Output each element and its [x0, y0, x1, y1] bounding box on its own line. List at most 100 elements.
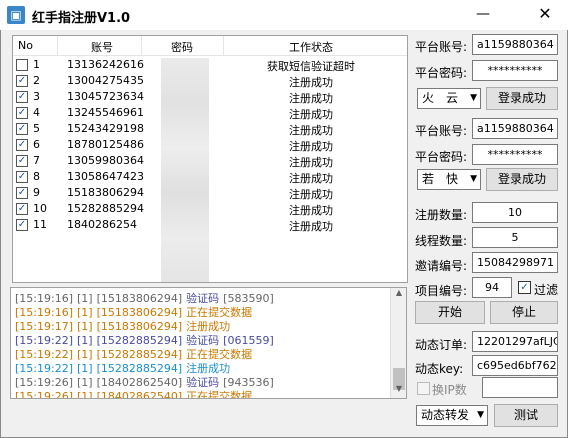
row-account: 13059980364: [67, 154, 144, 167]
table-row[interactable]: ✓ 3 13045723634 注册成功: [13, 89, 407, 105]
dynamic-forward-select[interactable]: 动态转发 ▼: [416, 405, 488, 426]
row-checkbox[interactable]: ✓: [16, 139, 28, 151]
thread-count-label: 线程数量:: [415, 234, 468, 248]
row-checkbox[interactable]: ✓: [16, 91, 28, 103]
invite-code-label: 邀请编号:: [415, 259, 468, 273]
minimize-button[interactable]: —: [460, 0, 506, 30]
log-line: [15:19:26] [1] [18402862540] 正在提交数据: [15, 388, 260, 399]
row-no: 8: [33, 170, 40, 183]
chevron-down-icon: ▼: [470, 174, 477, 184]
table-row[interactable]: ✓ 6 18780125486 注册成功: [13, 137, 407, 153]
row-checkbox[interactable]: ✓: [16, 203, 28, 215]
title-bar: ▣ 红手指注册V1.0 — ✕: [0, 0, 568, 30]
filter-checkbox[interactable]: ✓: [518, 281, 531, 294]
row-account: 15183806294: [67, 186, 144, 199]
row-no: 2: [33, 74, 40, 87]
row-no: 11: [33, 218, 47, 231]
column-divider: [57, 36, 58, 56]
row-status: 注册成功: [289, 156, 333, 169]
row-checkbox[interactable]: ✓: [16, 187, 28, 199]
invite-code-field[interactable]: 15084298971: [472, 252, 558, 273]
header-password[interactable]: 密码: [171, 39, 193, 55]
table-row[interactable]: ✓ 11 1840286254 注册成功: [13, 217, 407, 233]
table-row[interactable]: ✓ 9 15183806294 注册成功: [13, 185, 407, 201]
dynamic-order-label: 动态订单:: [415, 338, 468, 352]
row-no: 9: [33, 186, 40, 199]
table-row[interactable]: ✓ 7 13059980364 注册成功: [13, 153, 407, 169]
dynamic-order-field[interactable]: 12201297afLJCj: [472, 331, 558, 352]
row-account: 15282885294: [67, 202, 144, 215]
window-title: 红手指注册V1.0: [32, 11, 131, 26]
header-status[interactable]: 工作状态: [289, 39, 333, 55]
row-checkbox[interactable]: ✓: [16, 75, 28, 87]
row-account: 13245546961: [67, 106, 144, 119]
table-row[interactable]: 1 13136242616 获取短信验证超时: [13, 57, 407, 73]
project-id-field[interactable]: 94: [472, 277, 512, 298]
change-ip-checkbox[interactable]: [417, 382, 430, 395]
register-count-label: 注册数量:: [415, 208, 468, 222]
row-account: 18780125486: [67, 138, 144, 151]
chevron-down-icon: ▼: [470, 93, 477, 103]
row-no: 7: [33, 154, 40, 167]
scroll-up-icon[interactable]: ▲: [391, 288, 406, 302]
header-account[interactable]: 账号: [91, 39, 113, 55]
scroll-down-icon[interactable]: ▼: [391, 384, 406, 398]
platform-password-field-2[interactable]: **********: [472, 144, 558, 165]
filter-label: 过滤: [534, 283, 559, 297]
row-status: 注册成功: [289, 140, 333, 153]
log-phone: [18402862540]: [96, 390, 183, 399]
row-status: 注册成功: [289, 76, 333, 89]
log-thread: [1]: [77, 390, 93, 399]
header-no[interactable]: No: [18, 39, 33, 52]
platform-password-field-1[interactable]: **********: [472, 60, 558, 81]
platform-account-field-2[interactable]: a1159880364: [472, 118, 558, 139]
login-button-1[interactable]: 登录成功: [486, 87, 558, 110]
project-id-label: 项目编号:: [415, 284, 468, 298]
register-count-field[interactable]: 10: [472, 202, 558, 223]
row-status: 注册成功: [289, 92, 333, 105]
row-no: 4: [33, 106, 40, 119]
start-button[interactable]: 开始: [415, 301, 485, 324]
table-row[interactable]: ✓ 5 15243429198 注册成功: [13, 121, 407, 137]
select-value: 动态转发: [421, 408, 470, 422]
platform-account-field-1[interactable]: a1159880364: [472, 34, 558, 55]
table-row[interactable]: ✓ 8 13058647423 注册成功: [13, 169, 407, 185]
captcha-platform-select-1[interactable]: 火 云 ▼: [417, 88, 481, 109]
row-account: 13004275435: [67, 74, 144, 87]
log-scrollbar[interactable]: ▲ ▼: [390, 288, 406, 398]
row-status: 获取短信验证超时: [267, 60, 355, 73]
test-button[interactable]: 测试: [494, 404, 558, 427]
row-checkbox[interactable]: [16, 59, 28, 71]
table-row[interactable]: ✓ 2 13004275435 注册成功: [13, 73, 407, 89]
login-button-2[interactable]: 登录成功: [486, 168, 558, 191]
stop-button[interactable]: 停止: [490, 301, 558, 324]
row-no: 3: [33, 90, 40, 103]
row-status: 注册成功: [289, 108, 333, 121]
row-account: 13136242616: [67, 58, 144, 71]
row-checkbox[interactable]: ✓: [16, 171, 28, 183]
chevron-down-icon: ▼: [477, 410, 484, 420]
row-no: 1: [33, 58, 40, 71]
change-ip-count-field[interactable]: [482, 377, 558, 398]
row-checkbox[interactable]: ✓: [16, 123, 28, 135]
platform-password-label-2: 平台密码:: [415, 150, 468, 164]
row-checkbox[interactable]: ✓: [16, 155, 28, 167]
captcha-platform-select-2[interactable]: 若 快 ▼: [417, 169, 481, 190]
table-row[interactable]: ✓ 10 15282885294 注册成功: [13, 201, 407, 217]
row-no: 5: [33, 122, 40, 135]
row-checkbox[interactable]: ✓: [16, 107, 28, 119]
column-divider: [141, 36, 142, 56]
select-value: 若 快: [422, 172, 459, 186]
close-button[interactable]: ✕: [522, 0, 568, 30]
row-account: 13045723634: [67, 90, 144, 103]
thread-count-field[interactable]: 5: [472, 227, 558, 248]
app-icon: ▣: [7, 6, 25, 24]
row-checkbox[interactable]: ✓: [16, 219, 28, 231]
row-no: 6: [33, 138, 40, 151]
select-value: 火 云: [422, 91, 459, 105]
table-row[interactable]: ✓ 4 13245546961 注册成功: [13, 105, 407, 121]
row-status: 注册成功: [289, 172, 333, 185]
row-no: 10: [33, 202, 47, 215]
log-message: 正在提交数据: [186, 390, 253, 399]
dynamic-key-field[interactable]: c695ed6bf76215: [472, 355, 558, 376]
